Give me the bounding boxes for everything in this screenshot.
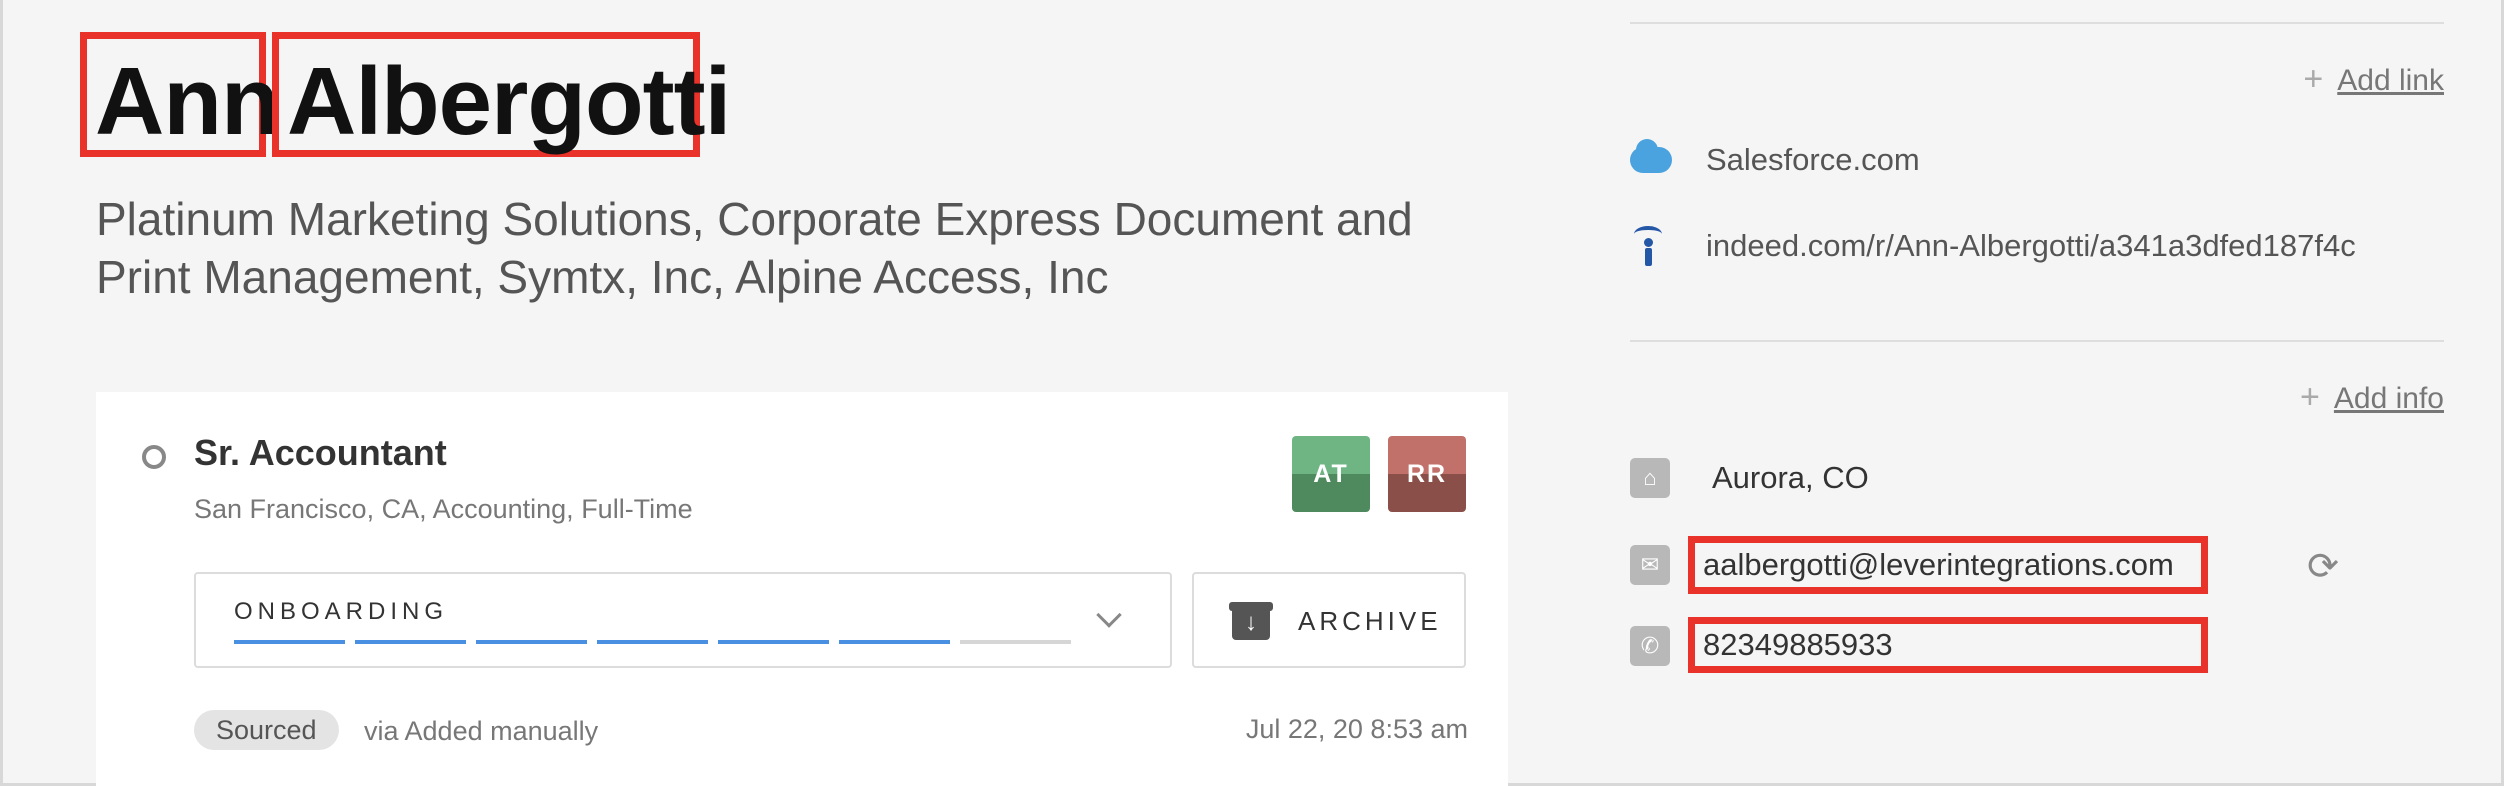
stage-progress-segment [476,640,587,644]
opportunity-card: Sr. Accountant San Francisco, CA, Accoun… [96,392,1508,786]
email-highlight: aalbergotti@leverintegrations.com [1688,536,2208,594]
stage-dropdown[interactable]: ONBOARDING [194,572,1172,668]
chevron-down-icon [1096,602,1122,628]
add-info-button[interactable]: + Add info [2300,378,2444,417]
link-item-salesforce[interactable]: Salesforce.com [1630,139,1920,178]
source-via: via Added manually [364,716,599,746]
info-location: ⌂ Aurora, CO [1630,458,1869,498]
stage-progress-segment [597,640,708,644]
location-text: Aurora, CO [1712,460,1869,495]
phone-icon: ✆ [1630,626,1670,666]
source-badge: Sourced [194,710,339,750]
stage-progress-segment [960,640,1071,644]
link-text[interactable]: indeed.com/r/Ann-Albergotti/a341a3dfed18… [1706,228,2356,264]
plus-icon: + [2303,60,2324,98]
stage-label: ONBOARDING [234,598,449,625]
link-item-indeed[interactable]: indeed.com/r/Ann-Albergotti/a341a3dfed18… [1630,226,2356,266]
stage-progress [234,640,1071,644]
stage-progress-segment [355,640,466,644]
archive-button[interactable]: ARCHIVE [1192,572,1466,668]
plus-icon: + [2300,378,2320,416]
candidate-headline: Platinum Marketing Solutions, Corporate … [96,193,1413,303]
link-text[interactable]: Salesforce.com [1706,142,1920,178]
email-text[interactable]: aalbergotti@leverintegrations.com [1703,547,2174,583]
stage-progress-segment [234,640,345,644]
salesforce-icon [1630,139,1672,173]
job-title[interactable]: Sr. Accountant [194,432,447,474]
indeed-icon [1630,226,1672,266]
archive-label: ARCHIVE [1298,606,1442,636]
add-link-button[interactable]: + Add link [2303,60,2444,99]
archive-box-icon [1229,602,1273,640]
divider [1630,22,2444,24]
phone-text[interactable]: 82349885933 [1703,627,1893,663]
first-name: Ann [80,32,280,157]
source-date: Jul 22, 20 8:53 am [1245,714,1468,744]
last-name: Albergotti [272,32,731,157]
phone-highlight: 82349885933 [1688,617,2208,673]
owner-avatar-at[interactable]: AT [1292,436,1370,512]
mail-icon: ✉ [1630,545,1670,585]
add-link-label: Add link [2337,64,2444,97]
status-circle-icon[interactable] [142,445,166,469]
owner-avatar-rr[interactable]: RR [1388,436,1466,512]
stage-progress-segment [718,640,829,644]
job-meta: San Francisco, CA, Accounting, Full-Time [194,494,693,524]
refresh-icon[interactable]: ⟳ [2304,548,2342,586]
home-icon: ⌂ [1630,458,1670,498]
divider [1630,340,2444,342]
add-info-label: Add info [2333,382,2444,415]
stage-progress-segment [839,640,950,644]
